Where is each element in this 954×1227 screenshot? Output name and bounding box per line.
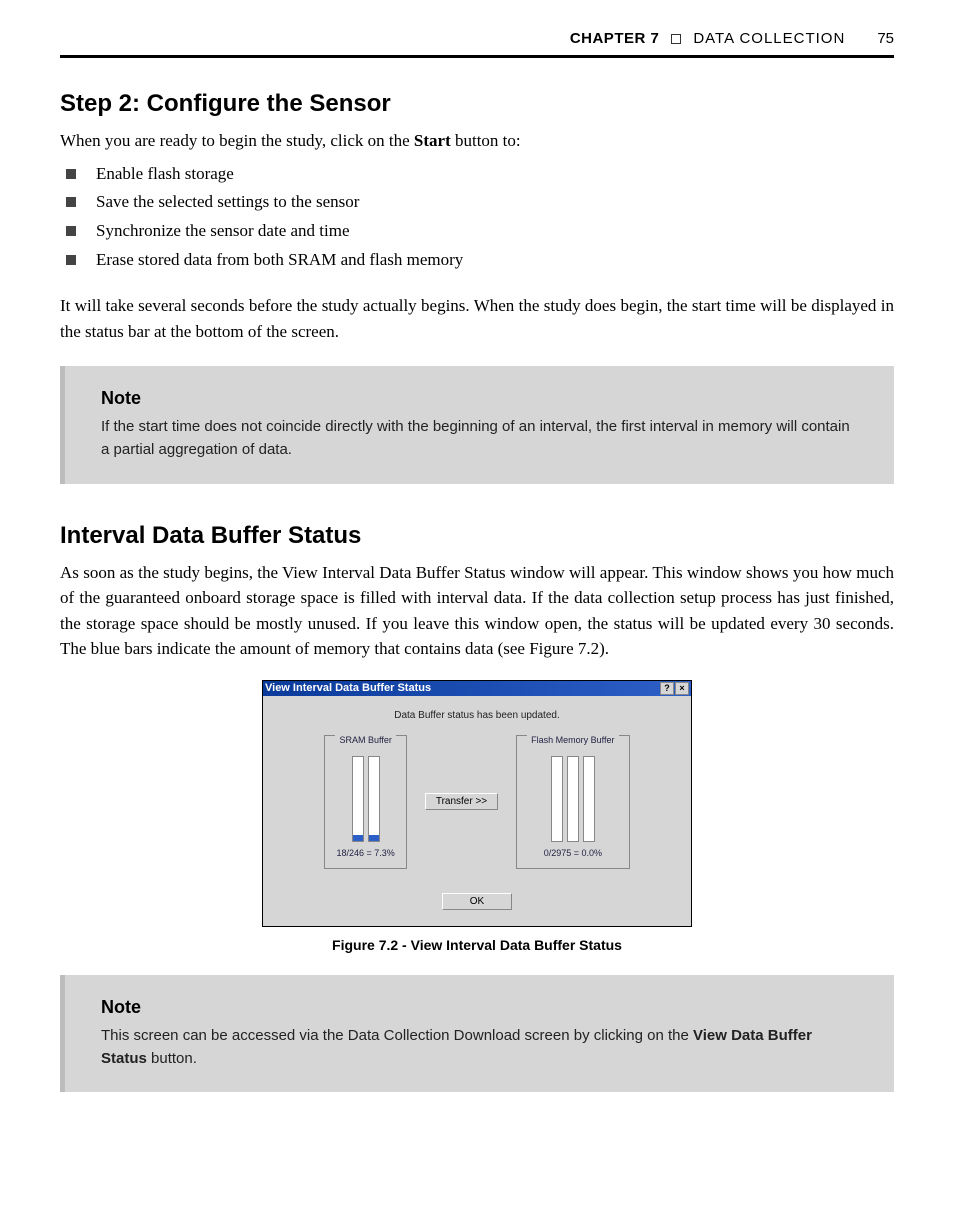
page-header: CHAPTER 7 DATA COLLECTION 75 — [60, 30, 894, 58]
interval-heading: Interval Data Buffer Status — [60, 522, 894, 550]
bullet-text: Erase stored data from both SRAM and fla… — [96, 246, 463, 275]
square-bullet-icon — [66, 226, 76, 236]
sram-legend: SRAM Buffer — [335, 735, 395, 745]
document-page: CHAPTER 7 DATA COLLECTION 75 Step 2: Con… — [0, 0, 954, 1174]
note-body: If the start time does not coincide dire… — [101, 415, 858, 462]
bullet-text: Synchronize the sensor date and time — [96, 217, 350, 246]
list-item: Synchronize the sensor date and time — [66, 217, 894, 246]
list-item: Enable flash storage — [66, 160, 894, 189]
start-bold: Start — [414, 131, 451, 150]
figure-7-2: View Interval Data Buffer Status ? × Dat… — [60, 680, 894, 953]
square-bullet-icon — [66, 197, 76, 207]
buffer-status-dialog: View Interval Data Buffer Status ? × Dat… — [262, 680, 692, 927]
sram-bars — [335, 756, 395, 842]
dialog-titlebar: View Interval Data Buffer Status ? × — [263, 681, 691, 696]
step2-heading: Step 2: Configure the Sensor — [60, 90, 894, 118]
bullet-text: Save the selected settings to the sensor — [96, 188, 359, 217]
bar — [352, 756, 364, 842]
sram-value: 18/246 = 7.3% — [335, 848, 395, 858]
list-item: Save the selected settings to the sensor — [66, 188, 894, 217]
bar — [583, 756, 595, 842]
dialog-title: View Interval Data Buffer Status — [265, 682, 431, 694]
buffers-row: SRAM Buffer 18/246 = 7.3% Transfer >> Fl… — [263, 725, 691, 883]
sram-buffer-group: SRAM Buffer 18/246 = 7.3% — [324, 735, 406, 869]
text: This screen can be accessed via the Data… — [101, 1027, 693, 1044]
square-bullet-icon — [66, 255, 76, 265]
list-item: Erase stored data from both SRAM and fla… — [66, 246, 894, 275]
help-icon[interactable]: ? — [660, 682, 674, 695]
step2-after: It will take several seconds before the … — [60, 293, 894, 344]
bar — [368, 756, 380, 842]
note-box-2: Note This screen can be accessed via the… — [60, 975, 894, 1093]
transfer-button[interactable]: Transfer >> — [425, 793, 498, 810]
note-title: Note — [101, 388, 858, 409]
ok-button[interactable]: OK — [442, 893, 512, 910]
bullet-text: Enable flash storage — [96, 160, 234, 189]
note-title: Note — [101, 997, 858, 1018]
text: button to: — [451, 131, 521, 150]
close-icon[interactable]: × — [675, 682, 689, 695]
page-number: 75 — [877, 30, 894, 47]
square-bullet-icon — [66, 169, 76, 179]
flash-legend: Flash Memory Buffer — [527, 735, 618, 745]
section-label: DATA COLLECTION — [693, 30, 845, 47]
flash-value: 0/2975 = 0.0% — [527, 848, 618, 858]
titlebar-buttons: ? × — [660, 682, 689, 695]
flash-buffer-group: Flash Memory Buffer 0/2975 = 0.0% — [516, 735, 629, 869]
bar-fill — [353, 835, 363, 841]
figure-caption: Figure 7.2 - View Interval Data Buffer S… — [60, 937, 894, 953]
note-box-1: Note If the start time does not coincide… — [60, 366, 894, 484]
bar — [567, 756, 579, 842]
note-body: This screen can be accessed via the Data… — [101, 1024, 858, 1071]
step2-bullets: Enable flash storage Save the selected s… — [66, 160, 894, 276]
dialog-status-text: Data Buffer status has been updated. — [263, 696, 691, 725]
step2-intro: When you are ready to begin the study, c… — [60, 128, 894, 154]
dialog-footer: OK — [263, 883, 691, 926]
bar — [551, 756, 563, 842]
text: When you are ready to begin the study, c… — [60, 131, 414, 150]
flash-bars — [527, 756, 618, 842]
bar-fill — [369, 835, 379, 841]
text: button. — [147, 1050, 197, 1067]
chapter-label: CHAPTER 7 — [570, 30, 660, 47]
interval-body: As soon as the study begins, the View In… — [60, 560, 894, 662]
separator-icon — [671, 34, 681, 44]
